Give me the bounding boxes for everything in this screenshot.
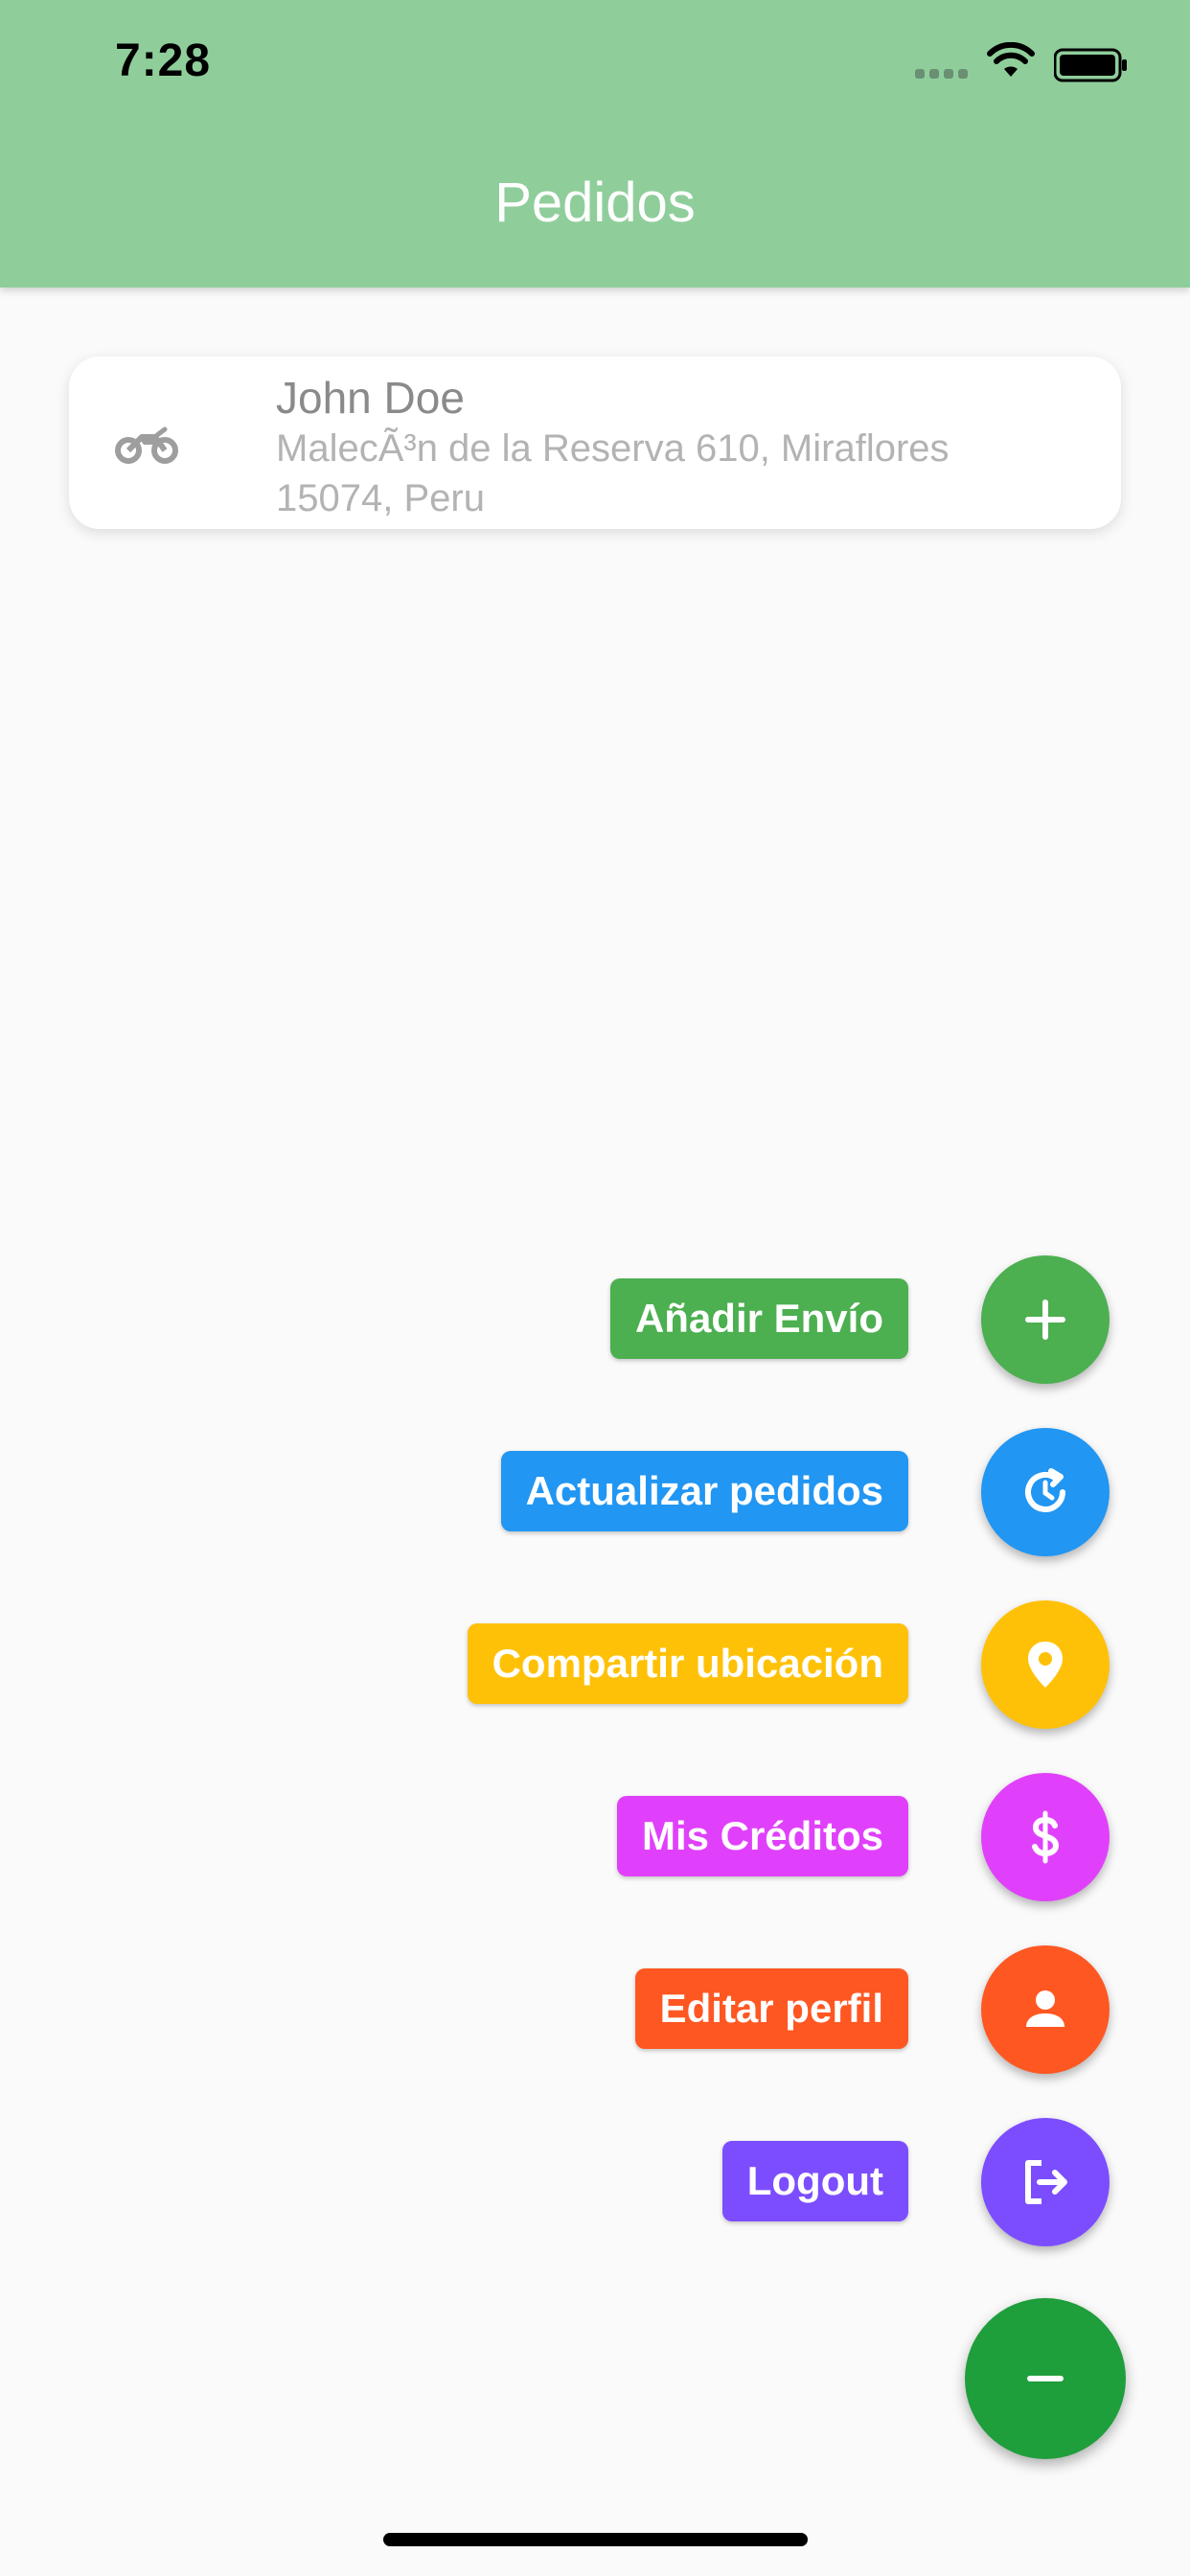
- action-edit-profile: Editar perfil: [0, 1945, 1190, 2080]
- location-pin-icon: [1028, 1642, 1063, 1688]
- refresh-clock-icon: [1025, 1468, 1065, 1512]
- motorcycle-icon: [115, 426, 178, 464]
- order-card[interactable]: John Doe MalecÃ³n de la Reserva 610, Mir…: [69, 356, 1121, 529]
- wifi-icon: [987, 42, 1035, 77]
- logout-label[interactable]: Logout: [721, 2141, 908, 2221]
- share-location-label[interactable]: Compartir ubicación: [467, 1623, 908, 1704]
- status-time: 7:28: [115, 35, 212, 86]
- my-credits-label[interactable]: Mis Créditos: [616, 1796, 908, 1876]
- refresh-orders-button[interactable]: [981, 1428, 1110, 1556]
- add-shipment-button[interactable]: [981, 1255, 1110, 1384]
- person-icon: [1026, 1990, 1064, 2027]
- action-share-location: Compartir ubicación: [0, 1600, 1190, 1735]
- dollar-icon: [1032, 1810, 1060, 1864]
- plus-icon: [1025, 1300, 1065, 1340]
- page-title: Pedidos: [494, 172, 696, 234]
- home-indicator[interactable]: [383, 2533, 808, 2546]
- order-address: MalecÃ³n de la Reserva 610, Miraflores 1…: [276, 427, 950, 519]
- refresh-orders-label[interactable]: Actualizar pedidos: [500, 1451, 908, 1531]
- edit-profile-label[interactable]: Editar perfil: [634, 1968, 908, 2049]
- action-my-credits: Mis Créditos: [0, 1773, 1190, 1907]
- minus-icon: [1027, 2376, 1064, 2381]
- action-add-shipment: Añadir Envío: [0, 1255, 1190, 1390]
- action-logout: Logout: [0, 2118, 1190, 2252]
- order-customer-name: John Doe: [276, 373, 465, 423]
- share-location-button[interactable]: [981, 1600, 1110, 1729]
- cellular-signal-icon: [915, 69, 973, 80]
- logout-icon: [1025, 2160, 1067, 2204]
- speed-dial-toggle-button[interactable]: [965, 2298, 1126, 2459]
- edit-profile-button[interactable]: [981, 1945, 1110, 2074]
- app-bar: 7:28 Pedidos: [0, 0, 1190, 288]
- battery-icon: [1054, 48, 1127, 82]
- add-shipment-label[interactable]: Añadir Envío: [609, 1278, 908, 1359]
- logout-button[interactable]: [981, 2118, 1110, 2246]
- action-refresh-orders: Actualizar pedidos: [0, 1428, 1190, 1562]
- my-credits-button[interactable]: [981, 1773, 1110, 1901]
